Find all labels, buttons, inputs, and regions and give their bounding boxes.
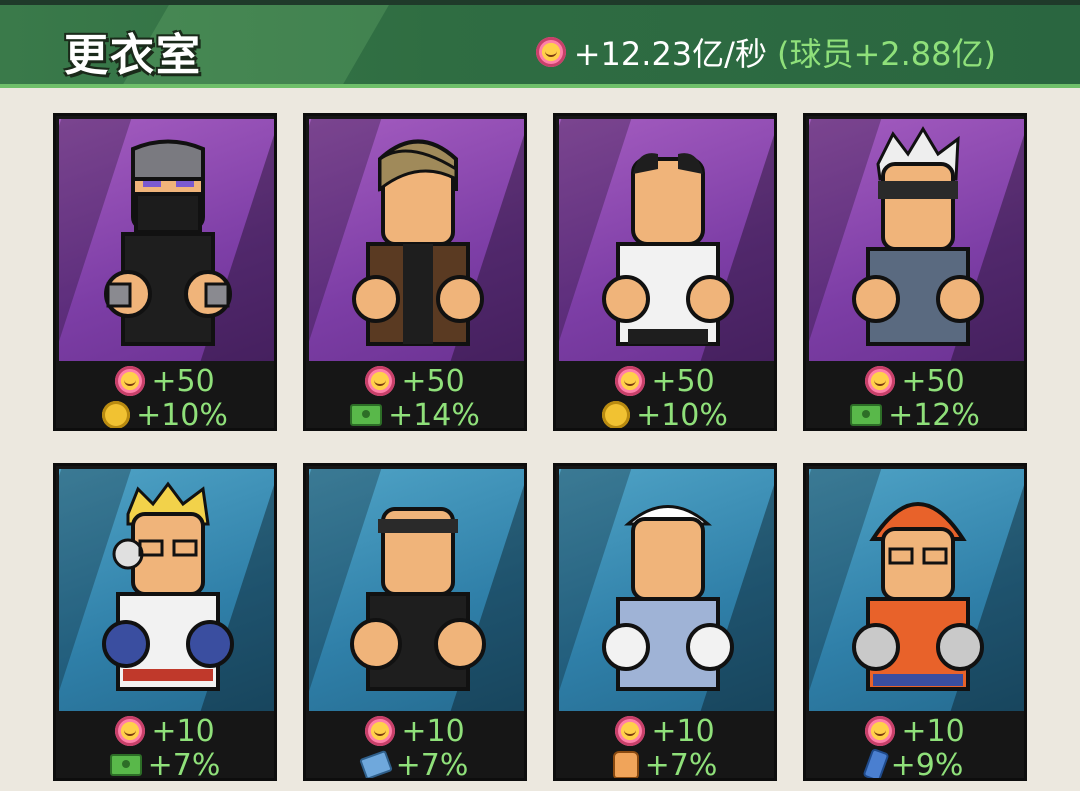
bandana-character xyxy=(602,505,734,691)
percent-bonus: +7% xyxy=(395,747,469,781)
percent-bonus: +10% xyxy=(636,397,728,431)
headphones-character xyxy=(102,481,234,691)
cash-icon xyxy=(109,754,142,776)
income-rate: +12.23亿/秒 (球员+2.88亿) xyxy=(535,29,996,75)
card-stats: +50 +12% xyxy=(806,363,1024,431)
outfit-card[interactable]: +50 +10% xyxy=(553,113,777,431)
flower-coin-icon xyxy=(365,716,396,746)
jacket-character xyxy=(352,139,484,346)
energy-drink-icon xyxy=(862,747,890,778)
percent-bonus: +10% xyxy=(136,397,228,431)
helmet-character xyxy=(852,502,984,691)
percent-bonus: +7% xyxy=(644,747,718,781)
character-portrait xyxy=(559,119,774,361)
outfit-card[interactable]: +10 +9% xyxy=(803,463,1027,781)
gold-coin-icon xyxy=(102,401,131,428)
card-stats: +50 +10% xyxy=(56,363,274,431)
character-portrait xyxy=(559,469,774,711)
outfit-card[interactable]: +10 +7% xyxy=(303,463,527,781)
outfit-card[interactable]: +50 +10% xyxy=(53,113,277,431)
income-bonus: +10 xyxy=(901,713,965,749)
card-stats: +10 +7% xyxy=(556,713,774,781)
flower-coin-icon xyxy=(535,37,566,67)
flower-coin-icon xyxy=(615,366,646,396)
player-bonus-value: (球员+2.88亿) xyxy=(776,35,996,73)
gold-coin-icon xyxy=(602,401,631,428)
header-divider xyxy=(0,84,1080,88)
character-portrait xyxy=(59,119,274,361)
income-bonus: +10 xyxy=(151,713,215,749)
flower-coin-icon xyxy=(865,716,896,746)
flower-coin-icon xyxy=(615,716,646,746)
ninja-character xyxy=(104,139,232,346)
income-bonus: +50 xyxy=(151,363,215,399)
card-stats: +10 +9% xyxy=(806,713,1024,781)
percent-bonus: +7% xyxy=(147,747,221,781)
income-bonus: +50 xyxy=(651,363,715,399)
page-title: 更衣室 xyxy=(64,30,202,81)
top-bar: 更衣室 +12.23亿/秒 (球员+2.88亿) xyxy=(0,0,1080,88)
character-portrait xyxy=(809,119,1024,361)
character-portrait xyxy=(309,119,524,361)
percent-bonus: +14% xyxy=(388,397,480,431)
flower-coin-icon xyxy=(115,366,146,396)
income-bonus: +10 xyxy=(401,713,465,749)
card-stats: +10 +7% xyxy=(306,713,524,781)
character-portrait xyxy=(809,469,1024,711)
income-bonus: +50 xyxy=(901,363,965,399)
income-bonus: +50 xyxy=(401,363,465,399)
blindfold-character xyxy=(852,126,984,346)
outfit-card[interactable]: +50 +12% xyxy=(803,113,1027,431)
income-rate-value: +12.23亿/秒 xyxy=(573,35,767,73)
flower-coin-icon xyxy=(365,366,396,396)
thumbs-up-icon xyxy=(612,751,639,778)
outfit-card[interactable]: +10 +7% xyxy=(53,463,277,781)
outfit-card[interactable]: +10 +7% xyxy=(553,463,777,781)
outfit-card[interactable]: +50 +14% xyxy=(303,113,527,431)
cash-icon xyxy=(850,404,883,426)
card-stats: +10 +7% xyxy=(56,713,274,781)
character-portrait xyxy=(309,469,524,711)
headband-character xyxy=(350,507,486,691)
flower-coin-icon xyxy=(115,716,146,746)
flower-coin-icon xyxy=(865,366,896,396)
card-stats: +50 +10% xyxy=(556,363,774,431)
percent-bonus: +9% xyxy=(890,747,964,781)
id-card-icon xyxy=(358,749,393,778)
cash-icon xyxy=(350,404,383,426)
card-stats: +50 +14% xyxy=(306,363,524,431)
income-bonus: +10 xyxy=(651,713,715,749)
white-shirt-character xyxy=(602,153,734,346)
character-portrait xyxy=(59,469,274,711)
percent-bonus: +12% xyxy=(888,397,980,431)
